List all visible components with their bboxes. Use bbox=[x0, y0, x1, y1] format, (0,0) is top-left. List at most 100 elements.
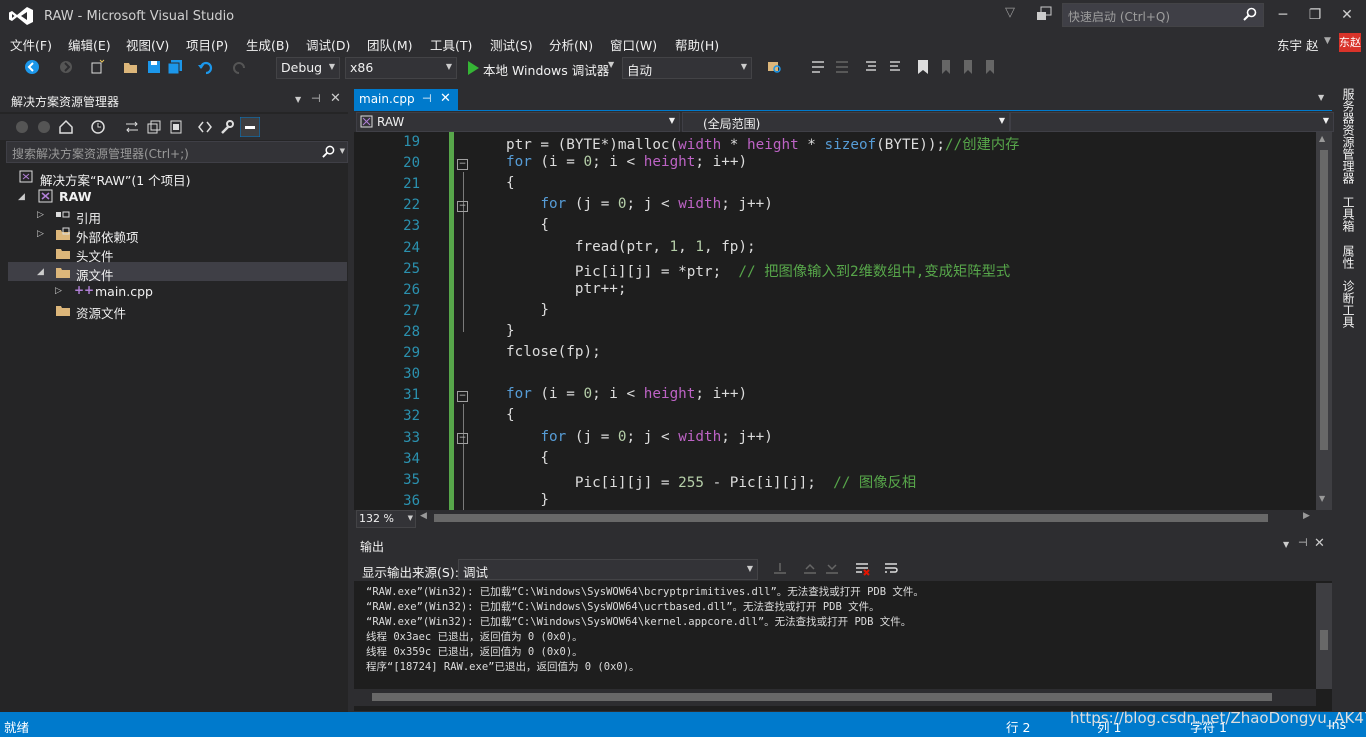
solution-config-dropdown[interactable]: Debug ▼ bbox=[276, 57, 340, 79]
collapse-all-icon[interactable] bbox=[146, 119, 162, 135]
tab-toolbox[interactable]: 工具箱 bbox=[1340, 196, 1357, 232]
comment-icon[interactable] bbox=[862, 59, 878, 75]
zoom-dropdown[interactable]: 132 % ▼ bbox=[356, 510, 416, 528]
redo-icon[interactable] bbox=[232, 59, 248, 75]
home-icon[interactable] bbox=[58, 119, 74, 135]
output-source-dropdown[interactable]: 调试 ▼ bbox=[458, 559, 758, 580]
chevron-down-icon[interactable]: ▼ bbox=[1324, 36, 1331, 46]
code-editor[interactable] bbox=[354, 132, 1316, 510]
close-icon[interactable]: ✕ bbox=[330, 91, 341, 106]
clear-bookmarks-icon[interactable] bbox=[982, 59, 998, 75]
pin-icon[interactable]: ⊣ bbox=[422, 92, 432, 105]
close-icon[interactable]: ✕ bbox=[1314, 536, 1325, 551]
close-button[interactable]: ✕ bbox=[1334, 4, 1360, 26]
prev-bookmark-icon[interactable] bbox=[938, 59, 954, 75]
collapse-icon[interactable]: − bbox=[457, 433, 468, 444]
scroll-up-icon[interactable]: ▲ bbox=[1319, 134, 1325, 143]
nav-project-dropdown[interactable]: RAW ▼ bbox=[356, 112, 680, 132]
undo-icon[interactable] bbox=[197, 59, 213, 75]
tree-item-references[interactable]: 引用 bbox=[76, 208, 101, 227]
save-icon[interactable] bbox=[146, 59, 162, 75]
tree-project[interactable]: RAW bbox=[59, 189, 92, 204]
debug-mode-dropdown[interactable]: 自动 ▼ bbox=[622, 57, 752, 79]
save-all-icon[interactable] bbox=[167, 59, 183, 75]
word-wrap-icon[interactable] bbox=[883, 561, 899, 577]
menu-debug[interactable]: 调试(D) bbox=[306, 35, 350, 54]
menu-file[interactable]: 文件(F) bbox=[10, 35, 52, 54]
open-file-icon[interactable] bbox=[123, 59, 139, 75]
pin-icon[interactable]: ⊣ bbox=[311, 92, 321, 105]
menu-analyze[interactable]: 分析(N) bbox=[549, 35, 593, 54]
notification-icon[interactable] bbox=[1036, 6, 1052, 22]
menu-tools[interactable]: 工具(T) bbox=[430, 35, 472, 54]
next-bookmark-icon[interactable] bbox=[960, 59, 976, 75]
chevron-down-icon[interactable]: ▼ bbox=[295, 95, 301, 104]
horizontal-scrollbar-thumb[interactable] bbox=[434, 514, 1268, 522]
forward-icon[interactable] bbox=[58, 59, 74, 75]
preview-selected-icon[interactable] bbox=[240, 117, 260, 137]
quick-launch-input[interactable]: 快速启动 (Ctrl+Q) bbox=[1062, 3, 1264, 27]
step-over-icon[interactable] bbox=[834, 59, 850, 75]
back-icon[interactable] bbox=[14, 119, 30, 135]
pin-icon[interactable]: ⊣ bbox=[1298, 536, 1308, 549]
collapsed-arrow-icon[interactable]: ▷ bbox=[37, 229, 44, 239]
back-icon[interactable] bbox=[24, 59, 40, 75]
chevron-down-icon[interactable]: ▼ bbox=[608, 60, 614, 69]
avatar[interactable]: 东赵 bbox=[1339, 33, 1361, 52]
scroll-down-icon[interactable]: ▼ bbox=[1319, 494, 1325, 503]
menu-view[interactable]: 视图(V) bbox=[126, 35, 169, 54]
horizontal-scrollbar-thumb[interactable] bbox=[372, 693, 1272, 701]
clear-all-icon[interactable] bbox=[854, 561, 870, 577]
new-project-icon[interactable] bbox=[89, 59, 105, 75]
view-code-icon[interactable] bbox=[197, 119, 213, 135]
tree-item-header-files[interactable]: 头文件 bbox=[76, 246, 114, 265]
scroll-right-icon[interactable]: ▶ bbox=[1303, 511, 1310, 521]
uncomment-icon[interactable] bbox=[888, 59, 904, 75]
filter-icon[interactable]: ▽ bbox=[1005, 5, 1019, 21]
menu-team[interactable]: 团队(M) bbox=[367, 35, 413, 54]
user-name[interactable]: 东宇 赵 bbox=[1277, 35, 1318, 54]
history-icon[interactable] bbox=[90, 119, 106, 135]
find-in-files-icon[interactable] bbox=[766, 59, 782, 75]
prev-message-icon[interactable] bbox=[802, 561, 818, 577]
menu-window[interactable]: 窗口(W) bbox=[610, 35, 657, 54]
collapse-icon[interactable]: − bbox=[457, 159, 468, 170]
sync-icon[interactable] bbox=[124, 119, 140, 135]
tree-item-external-deps[interactable]: 外部依赖项 bbox=[76, 227, 139, 246]
restore-button[interactable]: ❐ bbox=[1302, 4, 1328, 26]
expanded-arrow-icon[interactable]: ◢ bbox=[37, 267, 44, 277]
next-message-icon[interactable] bbox=[824, 561, 840, 577]
menu-project[interactable]: 项目(P) bbox=[186, 35, 228, 54]
show-all-files-icon[interactable] bbox=[168, 119, 184, 135]
scrollbar-thumb[interactable] bbox=[1320, 150, 1328, 450]
nav-member-dropdown[interactable]: ▼ bbox=[1010, 112, 1334, 132]
scroll-left-icon[interactable]: ◀ bbox=[420, 511, 427, 521]
collapsed-arrow-icon[interactable]: ▷ bbox=[37, 210, 44, 220]
scrollbar-thumb[interactable] bbox=[1320, 630, 1328, 650]
tree-solution[interactable]: 解决方案“RAW”(1 个项目) bbox=[40, 170, 191, 189]
tab-properties[interactable]: 属性 bbox=[1340, 245, 1357, 269]
close-icon[interactable]: ✕ bbox=[440, 91, 451, 106]
collapse-icon[interactable]: − bbox=[457, 391, 468, 402]
chevron-down-icon[interactable]: ▼ bbox=[1283, 540, 1289, 549]
tree-item-resource-files[interactable]: 资源文件 bbox=[76, 303, 126, 322]
menu-edit[interactable]: 编辑(E) bbox=[68, 35, 111, 54]
chevron-down-icon[interactable]: ▼ bbox=[1318, 93, 1324, 102]
tree-item-main-cpp[interactable]: main.cpp bbox=[95, 284, 153, 299]
bookmark-icon[interactable] bbox=[915, 59, 931, 75]
collapse-icon[interactable]: − bbox=[457, 201, 468, 212]
platform-dropdown[interactable]: x86 ▼ bbox=[345, 57, 457, 79]
tab-diagnostic-tools[interactable]: 诊断工具 bbox=[1340, 280, 1357, 328]
forward-icon[interactable] bbox=[36, 119, 52, 135]
nav-scope-dropdown[interactable]: (全局范围) ▼ bbox=[682, 112, 1010, 132]
go-to-line-icon[interactable] bbox=[772, 561, 788, 577]
tree-item-source-files[interactable]: 源文件 bbox=[76, 265, 114, 284]
properties-wrench-icon[interactable] bbox=[219, 119, 235, 135]
step-into-icon[interactable] bbox=[810, 59, 826, 75]
menu-help[interactable]: 帮助(H) bbox=[675, 35, 719, 54]
collapsed-arrow-icon[interactable]: ▷ bbox=[55, 286, 62, 296]
menu-build[interactable]: 生成(B) bbox=[246, 35, 289, 54]
start-debugger-button[interactable]: 本地 Windows 调试器 bbox=[483, 60, 609, 79]
tab-main-cpp[interactable]: main.cpp ⊣ ✕ bbox=[354, 89, 458, 110]
expanded-arrow-icon[interactable]: ◢ bbox=[18, 192, 25, 202]
